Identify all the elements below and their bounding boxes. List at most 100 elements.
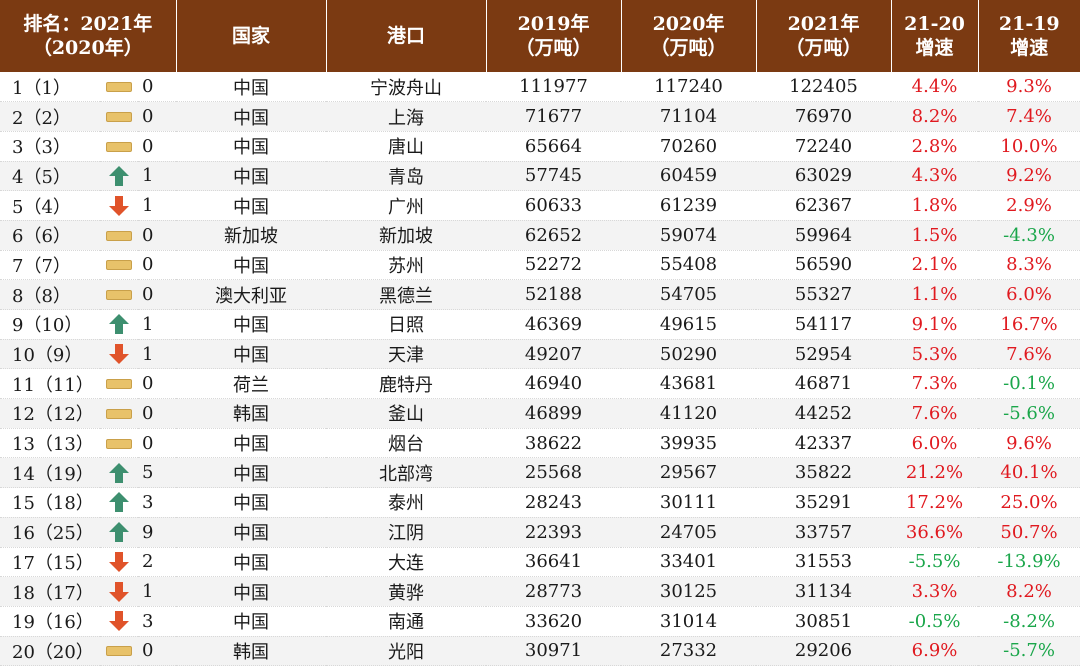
growth-21-20-cell: 3.3% xyxy=(891,576,979,607)
throughput-2020-cell: 117240 xyxy=(621,72,757,103)
growth-21-20-cell: 6.0% xyxy=(891,428,979,459)
throughput-2021-cell: 55327 xyxy=(756,279,892,310)
table-row: 16（25） 9 中国 江阴 22393 24705 33757 36.6% 50.7% xyxy=(0,517,1080,548)
throughput-2021-cell: 59964 xyxy=(756,220,892,251)
table-row: 18（17） 1 中国 黄骅 28773 30125 31134 3.3% 8.2% xyxy=(0,576,1080,607)
trend-down-arrow-icon xyxy=(108,195,130,217)
header-growth-21-20-line2: 增速 xyxy=(915,37,954,59)
port-cell: 光阳 xyxy=(326,636,487,667)
trend-flat-bar-icon xyxy=(106,260,132,271)
growth-21-19-cell: 7.4% xyxy=(978,101,1080,132)
rank-cell: 2（2） xyxy=(0,101,100,132)
country-cell: 中国 xyxy=(176,190,327,221)
growth-21-19-cell: 8.3% xyxy=(978,250,1080,281)
table-row: 3（3） 0 中国 唐山 65664 70260 72240 2.8% 10.0% xyxy=(0,131,1080,162)
rank-cell: 1（1） xyxy=(0,72,100,103)
port-cell: 青岛 xyxy=(326,161,487,192)
header-rank-line1: 排名：2021年 xyxy=(23,13,153,35)
table-row: 9（10） 1 中国 日照 46369 49615 54117 9.1% 16.7% xyxy=(0,309,1080,340)
throughput-2020-cell: 55408 xyxy=(621,250,757,281)
rank-change-cell: 3 xyxy=(138,606,177,637)
throughput-2021-cell: 52954 xyxy=(756,339,892,370)
table-row: 20（20） 0 韩国 光阳 30971 27332 29206 6.9% -5.7% xyxy=(0,636,1080,667)
throughput-2019-cell: 36641 xyxy=(486,547,622,578)
growth-21-19-cell: 9.6% xyxy=(978,428,1080,459)
throughput-2019-cell: 65664 xyxy=(486,131,622,162)
trend-flat-bar-icon xyxy=(106,379,132,390)
table-row: 11（11） 0 荷兰 鹿特丹 46940 43681 46871 7.3% -0.1% xyxy=(0,368,1080,400)
trend-cell xyxy=(100,131,138,162)
trend-down-arrow-icon xyxy=(108,343,130,365)
country-cell: 荷兰 xyxy=(176,368,327,400)
throughput-2019-cell: 49207 xyxy=(486,339,622,370)
trend-cell xyxy=(100,279,138,310)
trend-flat-bar-icon xyxy=(106,646,132,657)
header-growth-21-19-line2: 增速 xyxy=(1010,37,1049,59)
growth-21-20-cell: 1.1% xyxy=(891,279,979,310)
country-cell: 中国 xyxy=(176,72,327,103)
throughput-2020-cell: 30125 xyxy=(621,576,757,607)
rank-cell: 12（12） xyxy=(0,398,100,429)
rank-cell: 15（18） xyxy=(0,487,100,518)
country-cell: 韩国 xyxy=(176,398,327,429)
header-2021: 2021年 （万吨） xyxy=(756,0,892,72)
port-cell: 天津 xyxy=(326,339,487,370)
throughput-2020-cell: 49615 xyxy=(621,309,757,340)
country-cell: 中国 xyxy=(176,101,327,132)
trend-cell xyxy=(100,606,138,637)
port-cell: 苏州 xyxy=(326,250,487,281)
rank-cell: 11（11） xyxy=(0,368,100,400)
country-cell: 中国 xyxy=(176,457,327,489)
trend-cell xyxy=(100,576,138,607)
growth-21-20-cell: 6.9% xyxy=(891,636,979,667)
throughput-2021-cell: 31134 xyxy=(756,576,892,607)
growth-21-20-cell: 4.3% xyxy=(891,161,979,192)
country-cell: 中国 xyxy=(176,547,327,578)
port-cell: 广州 xyxy=(326,190,487,221)
country-cell: 新加坡 xyxy=(176,220,327,251)
throughput-2021-cell: 63029 xyxy=(756,161,892,192)
growth-21-19-cell: 8.2% xyxy=(978,576,1080,607)
rank-change-cell: 1 xyxy=(138,576,177,607)
throughput-2019-cell: 52188 xyxy=(486,279,622,310)
growth-21-20-cell: 7.6% xyxy=(891,398,979,429)
trend-flat-bar-icon xyxy=(106,141,132,152)
throughput-2019-cell: 28243 xyxy=(486,487,622,518)
table-body: 1（1） 0 中国 宁波舟山 111977 117240 122405 4.4% 9.3% 2（2… xyxy=(0,72,1080,667)
growth-21-19-cell: 40.1% xyxy=(978,457,1080,489)
throughput-2019-cell: 30971 xyxy=(486,636,622,667)
trend-cell xyxy=(100,339,138,370)
trend-flat-bar-icon xyxy=(106,112,132,123)
growth-21-19-cell: -4.3% xyxy=(978,220,1080,251)
throughput-2019-cell: 46369 xyxy=(486,309,622,340)
trend-up-arrow-icon xyxy=(108,462,130,484)
port-cell: 釜山 xyxy=(326,398,487,429)
trend-up-arrow-icon xyxy=(108,521,130,543)
trend-flat-bar-icon xyxy=(106,230,132,241)
country-cell: 中国 xyxy=(176,161,327,192)
throughput-2019-cell: 46940 xyxy=(486,368,622,400)
throughput-2020-cell: 59074 xyxy=(621,220,757,251)
rank-change-cell: 5 xyxy=(138,457,177,489)
growth-21-19-cell: 9.3% xyxy=(978,72,1080,103)
throughput-2019-cell: 52272 xyxy=(486,250,622,281)
throughput-2020-cell: 29567 xyxy=(621,457,757,489)
trend-cell xyxy=(100,457,138,489)
table-row: 2（2） 0 中国 上海 71677 71104 76970 8.2% 7.4% xyxy=(0,101,1080,132)
country-cell: 中国 xyxy=(176,131,327,162)
growth-21-19-cell: 10.0% xyxy=(978,131,1080,162)
header-2019: 2019年 （万吨） xyxy=(486,0,622,72)
trend-flat-bar-icon xyxy=(106,438,132,449)
table-row: 12（12） 0 韩国 釜山 46899 41120 44252 7.6% -5.6% xyxy=(0,398,1080,429)
rank-change-cell: 0 xyxy=(138,220,177,251)
table-row: 7（7） 0 中国 苏州 52272 55408 56590 2.1% 8.3% xyxy=(0,250,1080,281)
rank-change-cell: 3 xyxy=(138,487,177,518)
header-2020-line1: 2020年 xyxy=(652,13,725,35)
port-cell: 大连 xyxy=(326,547,487,578)
growth-21-19-cell: 50.7% xyxy=(978,517,1080,548)
growth-21-20-cell: 1.8% xyxy=(891,190,979,221)
rank-cell: 3（3） xyxy=(0,131,100,162)
rank-change-cell: 1 xyxy=(138,309,177,340)
throughput-2019-cell: 33620 xyxy=(486,606,622,637)
port-cell: 唐山 xyxy=(326,131,487,162)
